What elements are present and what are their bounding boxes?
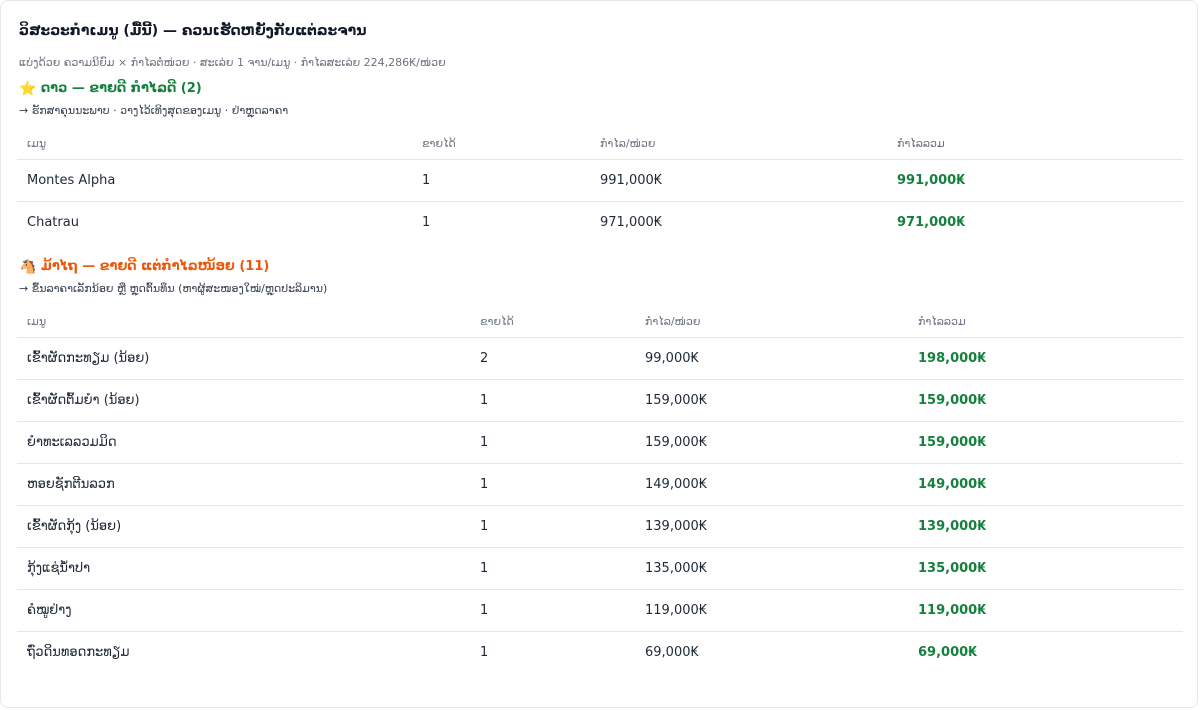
menu-item-sold: 1: [470, 463, 635, 506]
menu-item-unit-profit: 135,000₭: [635, 547, 908, 590]
menu-item-unit-profit: 69,000₭: [645, 645, 699, 660]
menu-item-sold: 1: [422, 215, 431, 230]
plowhorses-table: ເມນູ ຂາຍໄດ້ ກຳໄລ/ໜ່ວຍ ກຳໄລລວມ ເຂົ້າຜັດກະ…: [17, 305, 1183, 673]
menu-item-name: ຍຳທະເລລວມມິດ: [17, 421, 470, 464]
menu-item-sold: 1: [470, 505, 635, 548]
table-row: ຖົ່ວດິນທອດກະທຽມ 1 69,000₭ 69,000₭: [17, 632, 1183, 674]
table-row: ຄໍໝູຢ່າງ 1 119,000₭ 119,000₭: [17, 589, 1183, 632]
menu-item-total-profit: 149,000₭: [908, 463, 1183, 506]
menu-item-name: ຫອຍຊັກຕີນລວກ: [17, 463, 470, 506]
menu-item-sold: 1: [470, 379, 635, 422]
menu-item-name: ເຂົ້າຜັດກຸ້ງ (ນ້ອຍ): [17, 505, 470, 548]
column-header-unit-profit: ກຳໄລ/ໜ່ວຍ: [635, 305, 908, 338]
table-row: ຫອຍຊັກຕີນລວກ 1 149,000₭ 149,000₭: [17, 463, 1183, 506]
menu-item-total-profit: 198,000₭: [908, 337, 1183, 380]
menu-item-name: Montes Alpha: [17, 159, 412, 202]
stars-table: ເມນູ ຂາຍໄດ້ ກຳໄລ/ໜ່ວຍ ກຳໄລລວມ Montes Alp…: [17, 127, 1183, 243]
stars-section-heading: ⭐ ດາວ — ຂາຍດີ ກຳໄລດີ (2): [19, 79, 1181, 99]
menu-item-unit-profit: 991,000₭: [590, 159, 887, 202]
menu-item-unit-profit: 139,000₭: [635, 505, 908, 548]
menu-item-total-profit: 119,000₭: [908, 589, 1183, 632]
stars-heading-label: ດາວ — ຂາຍດີ ກຳໄລດີ (2): [41, 81, 202, 96]
menu-item-total-profit: 139,000₭: [908, 505, 1183, 548]
table-row: ເຂົ້າຜັດກະທຽມ (ນ້ອຍ) 2 99,000₭ 198,000₭: [17, 337, 1183, 380]
table-row: ເຂົ້າຜັດກຸ້ງ (ນ້ອຍ) 1 139,000₭ 139,000₭: [17, 505, 1183, 548]
menu-engineering-panel: ວິສະວະກຳເມນູ (ມື້ນີ້) — ຄວນເຮັດຫຍັງກັບແຕ…: [0, 0, 1198, 708]
menu-item-unit-profit: 971,000₭: [600, 215, 663, 230]
column-header-total-profit: ກຳໄລລວມ: [908, 305, 1183, 338]
menu-item-total-profit: 135,000₭: [908, 547, 1183, 590]
column-header-total-profit: ກຳໄລລວມ: [887, 127, 1183, 160]
menu-item-total-profit: 971,000₭: [897, 215, 966, 230]
table-header-row: ເມນູ ຂາຍໄດ້ ກຳໄລ/ໜ່ວຍ ກຳໄລລວມ: [17, 127, 1183, 160]
menu-item-sold: 1: [480, 645, 489, 660]
menu-item-sold: 1: [470, 421, 635, 464]
star-icon: ⭐: [19, 81, 37, 97]
menu-item-name: ຖົ່ວດິນທອດກະທຽມ: [27, 645, 130, 660]
plowhorses-section-heading: 🐴 ມ້າໄຖ — ຂາຍດີ ແຕ່ກຳໄລໜ້ອຍ (11): [19, 257, 1181, 277]
menu-item-name: Chatrau: [27, 215, 79, 230]
menu-item-total-profit: 991,000₭: [887, 159, 1183, 202]
menu-item-total-profit: 159,000₭: [908, 379, 1183, 422]
table-row: ກຸ້ງແຊ່ນ້ຳປາ 1 135,000₭ 135,000₭: [17, 547, 1183, 590]
column-header-unit-profit: ກຳໄລ/ໜ່ວຍ: [590, 127, 887, 160]
menu-item-unit-profit: 159,000₭: [635, 379, 908, 422]
menu-item-name: ເຂົ້າຜັດຕົ້ມຍຳ (ນ້ອຍ): [17, 379, 470, 422]
table-row: Montes Alpha 1 991,000₭ 991,000₭: [17, 159, 1183, 202]
column-header-sold: ຂາຍໄດ້: [412, 127, 590, 160]
column-header-sold: ຂາຍໄດ້: [470, 305, 635, 338]
menu-item-sold: 1: [470, 589, 635, 632]
column-header-menu: ເມນູ: [17, 305, 470, 338]
menu-item-name: ຄໍໝູຢ່າງ: [17, 589, 470, 632]
column-header-menu: ເມນູ: [17, 127, 412, 160]
page-subtitle: ແບ່ງດ້ວຍ ຄວາມນິຍົມ × ກຳໄລຕໍ່ໜ່ວຍ · ສະເລ່…: [19, 56, 446, 69]
menu-item-total-profit: 69,000₭: [918, 645, 978, 660]
menu-item-name: ເຂົ້າຜັດກະທຽມ (ນ້ອຍ): [17, 337, 470, 380]
menu-item-unit-profit: 99,000₭: [635, 337, 908, 380]
menu-item-sold: 1: [412, 159, 590, 202]
menu-item-unit-profit: 119,000₭: [635, 589, 908, 632]
stars-section-note: → ຮັກສາຄຸນນະພາບ · ວາງໄວ້ເທິງສຸດຂອງເມນູ ·…: [19, 104, 289, 117]
menu-item-unit-profit: 159,000₭: [635, 421, 908, 464]
plowhorses-section-note: → ຂຶ້ນລາຄາເລັກນ້ອຍ ຫຼື ຫຼຸດຕົ້ນທຶນ (ຫາຜູ…: [19, 282, 328, 295]
page-title: ວິສະວະກຳເມນູ (ມື້ນີ້) — ຄວນເຮັດຫຍັງກັບແຕ…: [19, 23, 367, 39]
menu-item-total-profit: 159,000₭: [908, 421, 1183, 464]
plowhorses-heading-label: ມ້າໄຖ — ຂາຍດີ ແຕ່ກຳໄລໜ້ອຍ (11): [41, 259, 270, 274]
table-row: ເຂົ້າຜັດຕົ້ມຍຳ (ນ້ອຍ) 1 159,000₭ 159,000…: [17, 379, 1183, 422]
menu-item-sold: 2: [470, 337, 635, 380]
table-header-row: ເມນູ ຂາຍໄດ້ ກຳໄລ/ໜ່ວຍ ກຳໄລລວມ: [17, 305, 1183, 338]
menu-item-sold: 1: [470, 547, 635, 590]
menu-item-name: ກຸ້ງແຊ່ນ້ຳປາ: [17, 547, 470, 590]
horse-icon: 🐴: [19, 259, 37, 275]
table-row: ຍຳທະເລລວມມິດ 1 159,000₭ 159,000₭: [17, 421, 1183, 464]
table-row: Chatrau 1 971,000₭ 971,000₭: [17, 202, 1183, 244]
menu-item-unit-profit: 149,000₭: [635, 463, 908, 506]
